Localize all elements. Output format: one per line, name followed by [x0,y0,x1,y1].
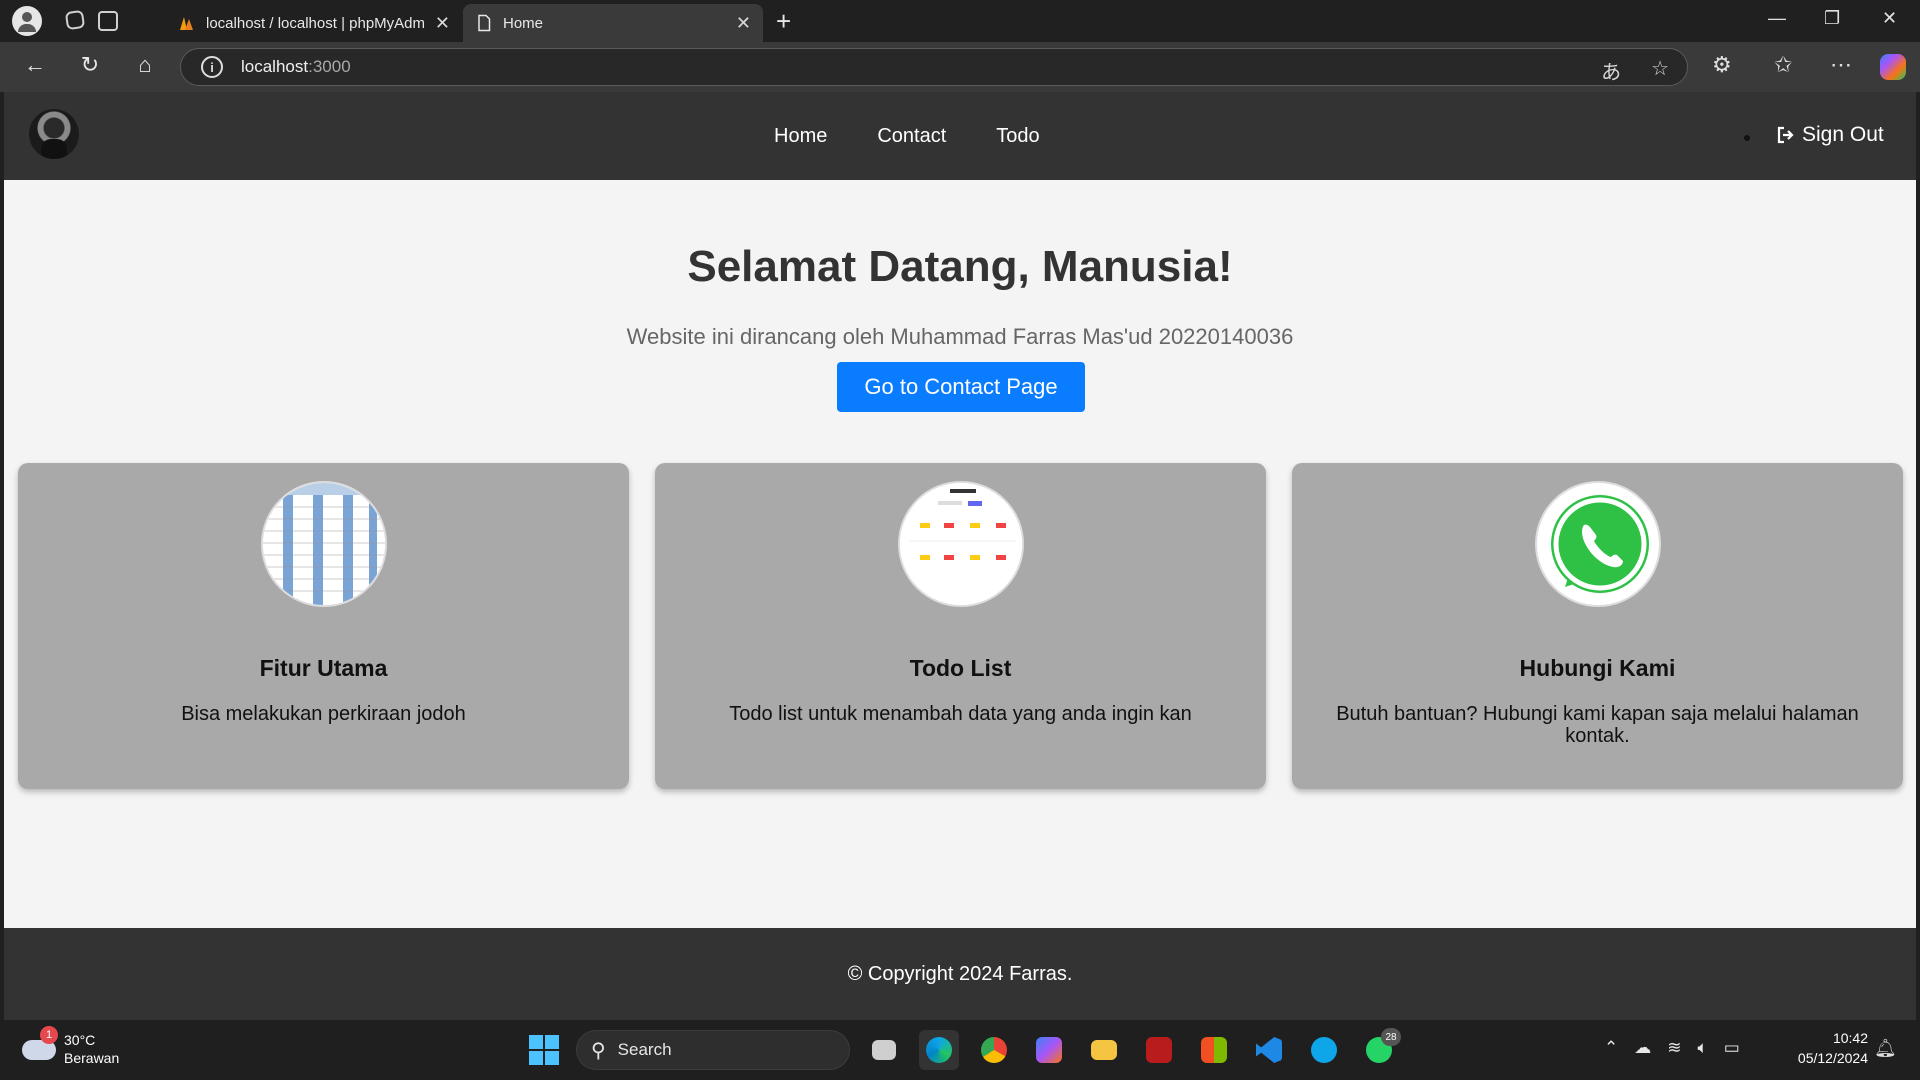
site-footer: © Copyright 2024 Farras. [4,928,1916,1020]
card-fitur-utama[interactable]: Fitur Utama Bisa melakukan perkiraan jod… [18,463,629,789]
nav-links: Home Contact Todo [774,92,1040,180]
tab-title: Home [503,14,544,32]
tab-title: localhost / localhost | phpMyAdm [206,14,426,32]
whatsapp-taskbar-icon[interactable]: 28 [1359,1028,1401,1070]
copilot-app-icon[interactable] [1029,1030,1069,1070]
card-title: Hubungi Kami [1519,655,1676,681]
nav-link-todo[interactable]: Todo [996,125,1039,148]
card-title: Todo List [909,655,1012,681]
tab-close-icon[interactable]: ✕ [736,13,751,34]
feature-cards: Fitur Utama Bisa melakukan perkiraan jod… [18,463,1903,789]
web-page: Home Contact Todo Sign Out Selamat Datan… [4,92,1916,1020]
edge-icon[interactable] [919,1030,959,1070]
card-todo-list[interactable]: Todo List Todo list untuk menambah data … [655,463,1266,789]
table-thumbnail-image [261,481,387,607]
chrome-icon[interactable] [974,1030,1014,1070]
new-tab-button[interactable]: + [776,6,791,37]
file-explorer-icon[interactable] [1084,1030,1124,1070]
tab-home[interactable]: Home ✕ [463,4,763,42]
task-view-icon[interactable] [864,1030,904,1070]
url-text[interactable]: localhost:3000 [241,57,351,77]
microsoft-store-icon[interactable] [1194,1030,1234,1070]
clock-date: 05/12/2024 [1797,1050,1868,1066]
minimize-icon[interactable]: — [1768,8,1786,29]
tab-phpmyadmin[interactable]: localhost / localhost | phpMyAdm ✕ [166,4,462,42]
whatsapp-badge: 28 [1381,1028,1401,1046]
card-text: Bisa melakukan perkiraan jodoh [181,703,466,725]
search-label: Search [617,1040,672,1059]
taskbar-search[interactable]: ⚲ Search [576,1030,850,1070]
volume-icon[interactable]: 🔈︎ [1698,1038,1708,1058]
search-icon: ⚲ [591,1039,606,1062]
go-to-contact-button[interactable]: Go to Contact Page [837,362,1085,412]
windows-start-icon[interactable] [529,1035,559,1065]
copyright-text: © Copyright 2024 Farras. [847,962,1073,985]
vscode-icon[interactable] [1249,1030,1289,1070]
whatsapp-logo-image [1535,481,1661,607]
more-menu-icon[interactable]: ⋯ [1830,52,1852,78]
weather-temperature: 30°C [64,1032,96,1048]
extensions-icon[interactable]: ⚙ [1712,52,1732,78]
vertical-tabs-icon[interactable] [98,11,118,31]
wifi-icon[interactable]: ≋ [1667,1038,1681,1058]
sign-out-icon [1776,125,1796,145]
user-avatar[interactable] [29,109,79,159]
nav-link-contact[interactable]: Contact [877,125,946,148]
hero-subtitle: Website ini dirancang oleh Muhammad Farr… [626,324,1294,349]
card-title: Fitur Utama [259,655,388,681]
notification-bell-icon[interactable]: 🔔︎ [1874,1038,1897,1059]
site-info-icon[interactable]: i [201,56,223,78]
card-text: Todo list untuk menambah data yang anda … [729,703,1192,725]
workspaces-icon[interactable] [64,9,86,31]
close-window-icon[interactable]: ✕ [1882,8,1897,29]
system-tray: ⌃ ☁ ≋ 🔈︎ ▭ [1604,1038,1740,1058]
restore-icon[interactable]: ❐ [1824,8,1840,29]
onedrive-icon[interactable]: ☁ [1634,1038,1651,1058]
todo-thumbnail-image [898,481,1024,607]
bullet-dot [1744,135,1750,141]
nav-link-home[interactable]: Home [774,125,827,148]
hero-title: Selamat Datang, Manusia! [687,242,1233,291]
browser-tab-bar: localhost / localhost | phpMyAdm ✕ Home … [0,0,1920,42]
battery-icon[interactable]: ▭ [1724,1038,1740,1058]
clock[interactable]: 10:42 05/12/2024 [1780,1030,1868,1066]
read-aloud-icon[interactable]: あ [1601,56,1621,85]
sign-out-button[interactable]: Sign Out [1776,123,1884,147]
card-text: Butuh bantuan? Hubungi kami kapan saja m… [1336,703,1859,747]
pinned-apps: 28 [864,1028,1401,1070]
home-icon[interactable]: ⌂ [130,52,160,78]
favorite-star-icon[interactable]: ☆ [1651,56,1669,85]
url-host: localhost [241,57,309,76]
page-icon [478,14,491,32]
site-navbar: Home Contact Todo Sign Out [4,92,1916,180]
chevron-up-icon[interactable]: ⌃ [1604,1038,1618,1058]
tab-close-icon[interactable]: ✕ [435,13,450,34]
windows-taskbar: 1 30°C Berawan ⚲ Search 28 ⌃ ☁ ≋ 🔈︎ ▭ 10… [0,1020,1920,1080]
weather-notification-badge: 1 [40,1026,58,1044]
profile-icon[interactable] [12,6,42,36]
address-bar[interactable]: i localhost:3000 あ ☆ [180,48,1688,86]
mendeley-icon[interactable] [1139,1030,1179,1070]
edge-dev-icon[interactable] [1304,1030,1344,1070]
weather-condition: Berawan [64,1050,120,1066]
back-icon[interactable]: ← [20,52,50,78]
refresh-icon[interactable]: ↻ [75,52,105,78]
card-hubungi-kami[interactable]: Hubungi Kami Butuh bantuan? Hubungi kami… [1292,463,1903,789]
sign-out-label: Sign Out [1802,123,1884,146]
clock-time: 10:42 [1832,1030,1868,1046]
favorites-icon[interactable]: ✩ [1774,52,1792,78]
copilot-icon[interactable] [1880,54,1906,80]
url-port: :3000 [308,57,351,76]
address-bar-row: ← ↻ ⌂ i localhost:3000 あ ☆ ⚙ ✩ ⋯ [0,42,1920,92]
phpmyadmin-favicon [180,17,193,30]
